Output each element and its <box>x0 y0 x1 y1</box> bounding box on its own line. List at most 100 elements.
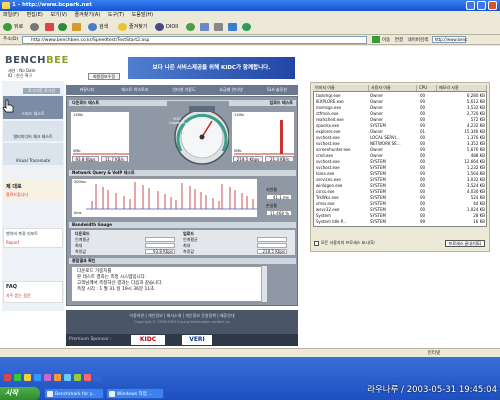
naver-search-input[interactable]: http://www.benc <box>431 36 467 43</box>
kidc-banner[interactable]: 보다 나은 서비스제공을 위해 KIDC가 함께합니다. <box>128 57 295 79</box>
taskbar-item-label: Windows 작업 ... <box>117 392 153 397</box>
menu-tools[interactable]: 도구(T) <box>108 12 124 18</box>
quicklaunch-icon[interactable] <box>94 374 101 381</box>
process-memory: 16 KB <box>473 219 485 224</box>
quicklaunch-icon[interactable] <box>54 374 61 381</box>
edit-button[interactable] <box>228 22 238 32</box>
tab-community[interactable]: 커뮤니티 <box>66 85 108 95</box>
go-arrow-icon[interactable] <box>372 36 380 43</box>
faq-title: FAQ <box>6 284 17 290</box>
logo-accent-text: BEE <box>46 55 69 66</box>
history-button[interactable] <box>186 22 196 32</box>
end-process-button[interactable]: 프로세스 끝내기(E) <box>445 240 485 247</box>
quicklaunch-icon[interactable] <box>84 374 91 381</box>
minimize-button[interactable] <box>466 1 475 10</box>
help-box[interactable]: 제 대로 알려드립니다 <box>3 180 63 200</box>
tab-uptime[interactable]: 인터넷 가동도 <box>162 85 206 95</box>
log-scrollbar[interactable] <box>261 266 267 302</box>
quicklaunch-icon[interactable] <box>64 374 71 381</box>
verisign-logo[interactable]: VERI <box>182 335 212 345</box>
result-log: 다운로드 가중치를 본 테스트 결과는 측정 시스템입니다. 고객님께서 측정하… <box>71 266 267 302</box>
search-label: 검색 <box>99 24 109 30</box>
menu-edit[interactable]: 편집(E) <box>27 12 43 18</box>
stop-button[interactable] <box>45 22 55 32</box>
quicklaunch-icon[interactable] <box>74 374 81 381</box>
bw-ul-measured: 218.5 Kbps <box>257 249 287 254</box>
hand-cursor-icon <box>2 99 14 113</box>
download-kbps: 93.8 Kbps <box>72 156 99 162</box>
report-link[interactable]: 벤치비 측정 리포트 Report <box>3 228 63 248</box>
mail-button[interactable] <box>200 22 210 32</box>
messenger-button[interactable] <box>242 22 252 32</box>
forward-button[interactable] <box>30 22 40 32</box>
footer-links[interactable]: 이용약관 | 개인정보 | 회사소개 | 개인정보 운영정책 | 제휴안내 <box>66 313 298 319</box>
result-header: 종합결과 확인 <box>69 258 296 264</box>
user-info: 세션 : No Date ID : 한신 웍구 <box>8 68 36 78</box>
bw-download-label: 다운로드 <box>75 231 90 236</box>
menu-bar: 파일(F) 편집(E) 보기(V) 즐겨찾기(A) 도구(T) 도움말(H) <box>0 11 500 19</box>
search-button[interactable]: 검색 <box>88 22 108 32</box>
quicklaunch-icon[interactable] <box>44 374 51 381</box>
report-subtitle: Report <box>6 240 20 245</box>
process-row[interactable]: System Idle P... SYSTEM 99 16 KB <box>314 219 488 225</box>
menu-view[interactable]: 보기(V) <box>50 12 67 18</box>
close-button[interactable] <box>488 1 497 10</box>
tab-sla[interactable]: SLA 솔루션 <box>256 85 298 95</box>
search-icon <box>88 23 97 31</box>
account-edit-button[interactable]: 회원정보수정 <box>88 73 120 80</box>
upload-kbps: 218.5 Kbps <box>233 156 263 162</box>
faq-link[interactable]: FAQ 자주 묻는 질문 <box>3 281 63 303</box>
clock: 라우나루 / 2003-05-31 19:45:04 <box>367 385 497 395</box>
download-kbs: 11.7 KB/s <box>101 156 128 162</box>
menu-file[interactable]: 파일(F) <box>3 12 19 18</box>
network-header: Network Query & VoIP 테스트 <box>69 170 296 176</box>
back-button[interactable]: 뒤로 <box>3 22 23 32</box>
speed-gauge <box>167 101 229 171</box>
print-button[interactable] <box>214 22 224 32</box>
go-button[interactable]: 이동 <box>382 38 390 43</box>
menu-help[interactable]: 도움말(H) <box>132 12 153 18</box>
visual-traceroute-link[interactable]: Visual Traceroute <box>3 143 63 165</box>
window-titlebar: 1 - http://www.bcpark.net <box>0 0 500 11</box>
address-bar: 주소(D) http://www.benchbee.co.kr/Speedtes… <box>0 35 500 45</box>
stop-icon <box>45 23 54 31</box>
taskbar-item-taskmgr[interactable]: Windows 작업 ... <box>106 388 164 399</box>
print-icon <box>214 23 223 31</box>
kidc-logo[interactable]: KIDC <box>131 335 165 345</box>
messenger-icon <box>242 23 251 31</box>
user-id-text: ID : 한신 웍구 <box>8 73 33 78</box>
home-icon <box>72 23 81 31</box>
refresh-button[interactable] <box>58 22 68 32</box>
bw-ul-avg-value <box>257 237 287 242</box>
bandwidth-header: Bandwidth Gauge <box>69 222 296 228</box>
favorites-button[interactable]: 즐겨찾기 <box>118 22 147 32</box>
benchbee-logo[interactable]: BENCHBEE <box>5 55 69 66</box>
tab-history[interactable]: 테스트 히스토리 <box>110 85 160 95</box>
back-label: 뒤로 <box>14 24 24 30</box>
upload-graph-plot <box>234 120 294 155</box>
taskbar-item-benchmark[interactable]: Benchmark for y... <box>44 388 104 399</box>
url-input[interactable]: http://www.benchbee.co.kr/Speedtest/Test… <box>22 36 367 44</box>
upload-header-label: 업로드 테스트 <box>269 100 293 105</box>
login-button[interactable]: 로그아웃 로그인 <box>23 88 60 94</box>
address-right: 이동 연결 네이버검색 http://www.benc <box>372 36 494 44</box>
media-label: DIOII <box>166 24 179 30</box>
show-all-processes-checkbox[interactable] <box>314 241 319 246</box>
maximize-button[interactable] <box>477 1 486 10</box>
history-icon <box>186 23 195 31</box>
start-button[interactable]: 시작 <box>0 387 40 400</box>
quicklaunch-icon[interactable] <box>14 374 21 381</box>
quicklaunch-icon[interactable] <box>4 374 11 381</box>
quicklaunch-icon[interactable] <box>34 374 41 381</box>
multimedia-test-link[interactable]: 멀티미디어 체크 테스트 <box>3 121 63 141</box>
home-button[interactable] <box>72 22 82 32</box>
media-button[interactable]: DIOII <box>155 22 178 32</box>
favorites-label: 즐겨찾기 <box>129 24 148 30</box>
tab-pricing[interactable]: 요금제 인터넷 <box>208 85 254 95</box>
refresh-icon <box>58 23 67 31</box>
forward-arrow-icon <box>30 23 39 31</box>
quicklaunch-icon[interactable] <box>24 374 31 381</box>
menu-favorites[interactable]: 즐겨찾기(A) <box>75 12 101 18</box>
help-subtitle: 알려드립니다 <box>6 192 29 197</box>
links-label[interactable]: 연결 <box>395 38 403 43</box>
